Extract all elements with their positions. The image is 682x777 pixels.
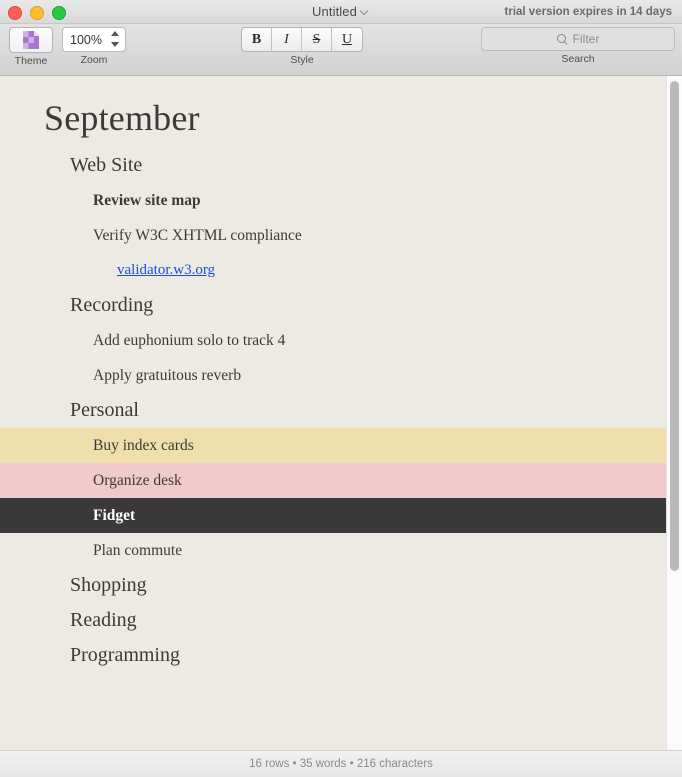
trial-notice: trial version expires in 14 days [504,5,672,18]
search-input[interactable]: Filter [481,27,675,51]
outline-row[interactable]: Reading [0,603,682,638]
search-group-label: Search [561,53,595,65]
toolbar-group-zoom: 100% Zoom [62,27,126,66]
document-area: September Web Site Review site map Verify … [0,76,682,750]
toolbar-group-theme: Theme [9,27,53,67]
underline-button[interactable]: U [332,28,362,51]
theme-button[interactable] [9,27,53,53]
outline-row[interactable]: Review site map [0,183,682,218]
document-title[interactable]: Untitled [312,4,357,19]
outline-row[interactable]: Verify W3C XHTML compliance [0,218,682,253]
toolbar-group-style: B I S U Style [241,27,363,66]
outline-row[interactable]: Programming [0,638,682,673]
close-window-button[interactable] [8,6,22,20]
italic-button[interactable]: I [272,28,302,51]
bold-button[interactable]: B [242,28,272,51]
outline-row-list: Web Site Review site map Verify W3C XHTML … [0,148,682,673]
outline-row-text: Organize desk [93,471,182,489]
outline-row[interactable]: Recording [0,288,682,323]
outline-row-text: Buy index cards [93,436,194,454]
zoom-value: 100% [70,32,102,47]
outline-row-text: Add euphonium solo to track 4 [93,331,286,349]
window-controls [8,6,66,20]
zoom-stepper[interactable]: 100% [62,27,126,52]
outline-row-text: Shopping [70,574,147,596]
vertical-scrollbar[interactable] [666,76,682,750]
outline-row[interactable]: Add euphonium solo to track 4 [0,323,682,358]
scrollbar-thumb[interactable] [670,81,679,571]
search-icon [556,33,568,45]
toolbar-group-search: Filter Search [481,27,675,65]
outline-row-text: Apply gratuitous reverb [93,366,242,384]
style-group-label: Style [290,54,314,66]
theme-swatch-icon [23,31,39,49]
outline-row[interactable]: Web Site [0,148,682,183]
outline-row-text: Programming [70,644,180,666]
outline-row-text: Verify W3C XHTML compliance [93,226,302,244]
outline-row[interactable]: Plan commute [0,533,682,568]
outline-row[interactable]: Personal [0,393,682,428]
app-window: Untitled trial version expires in 14 day… [0,0,682,777]
outline-row[interactable]: Fidget [0,498,682,533]
outline-row-text: Recording [70,294,154,316]
status-bar: 16 rows • 35 words • 216 characters [0,750,682,777]
style-button-group: B I S U [241,27,363,52]
zoom-group-label: Zoom [80,54,108,66]
minimize-window-button[interactable] [30,6,44,20]
theme-group-label: Theme [14,55,48,67]
page-title[interactable]: September [0,76,682,140]
outline-row-text: Fidget [93,506,136,524]
maximize-window-button[interactable] [52,6,66,20]
outline-row-link[interactable]: validator.w3.org [0,262,215,279]
document-stats: 16 rows • 35 words • 216 characters [249,758,433,770]
stepper-arrows-icon[interactable] [111,31,120,47]
outline-canvas[interactable]: September Web Site Review site map Verify … [0,76,682,750]
outline-row[interactable]: validator.w3.org [0,253,682,288]
outline-row[interactable]: Organize desk [0,463,682,498]
strikethrough-button[interactable]: S [302,28,332,51]
outline-row-text: Personal [70,399,139,421]
toolbar: Theme 100% Zoom B I S U Style Filter Sea… [0,24,682,76]
outline-row-text: Reading [70,609,137,631]
search-placeholder: Filter [572,32,600,46]
chevron-down-icon[interactable] [361,7,370,16]
outline-row-text: Review site map [93,191,201,209]
title-bar: Untitled trial version expires in 14 day… [0,0,682,24]
outline-row[interactable]: Shopping [0,568,682,603]
outline-row-text: Web Site [70,154,143,176]
outline-row[interactable]: Buy index cards [0,428,682,463]
outline-row-text: Plan commute [93,541,183,559]
outline-row[interactable]: Apply gratuitous reverb [0,358,682,393]
